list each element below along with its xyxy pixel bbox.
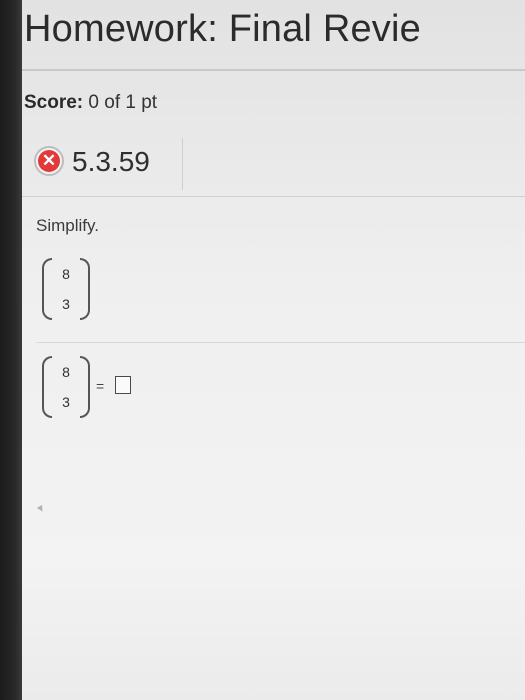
equals-sign: = (96, 378, 105, 394)
question-divider (22, 196, 525, 197)
page-title: Homework: Final Revie (24, 8, 421, 50)
title-divider (22, 69, 525, 71)
monitor-bezel (0, 0, 22, 700)
right-paren (80, 258, 90, 320)
binomial-expression: 8 3 (42, 258, 90, 320)
question-number: 5.3.59 (72, 146, 150, 177)
homework-page: Homework: Final Revie Score: 0 of 1 pt ✕… (22, 0, 525, 700)
score-line: Score: 0 of 1 pt (24, 92, 157, 114)
mouse-cursor-icon (36, 504, 46, 514)
x-circle-icon: ✕ (34, 146, 64, 176)
question-header[interactable]: ✕ 5.3.59 (22, 138, 183, 190)
score-value: 0 of 1 pt (88, 92, 158, 113)
section-divider (36, 342, 525, 343)
answer-input-box[interactable] (115, 376, 131, 394)
instruction-text: Simplify. (36, 216, 99, 235)
right-paren (80, 356, 90, 418)
score-label: Score: (24, 92, 84, 113)
answer-binomial-expression: 8 3 (42, 356, 90, 418)
